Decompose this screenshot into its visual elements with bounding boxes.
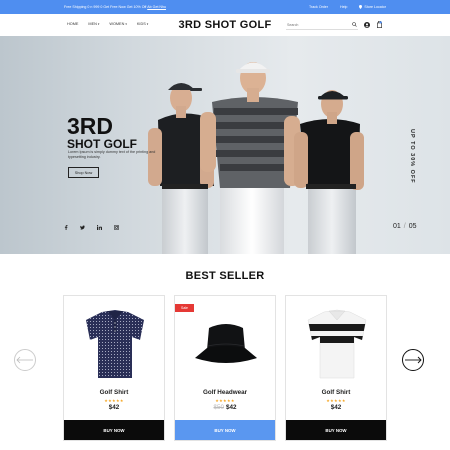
bucket-hat-image [195, 324, 257, 363]
carousel-next-button[interactable] [402, 349, 424, 371]
track-order-link[interactable]: Track Order [309, 5, 328, 9]
rating-stars: ★★★★★ [104, 398, 124, 403]
best-seller-title: BEST SELLER [185, 270, 265, 282]
product-name[interactable]: Golf Shirt [286, 389, 386, 396]
hero-description: Lorem Ipsum is simply dummy text of the … [68, 150, 156, 159]
arrow-left-icon [16, 356, 33, 364]
polo-shirt-striped-image [307, 309, 367, 379]
carousel-prev-button[interactable] [14, 349, 36, 371]
rating-stars: ★★★★★ [326, 398, 346, 403]
arrow-right-icon [405, 356, 422, 364]
hero-banner: 3RD SHOT GOLF Lorem Ipsum is simply dumm… [0, 36, 450, 254]
search-box[interactable] [286, 20, 358, 30]
buy-now-button[interactable]: BUY NOW [175, 420, 275, 440]
product-price: $42 [330, 404, 342, 411]
polo-shirt-navy-image [86, 310, 144, 378]
location-pin-icon [359, 5, 363, 9]
user-icon[interactable] [364, 21, 370, 28]
pager-current: 01 [393, 223, 401, 230]
search-icon[interactable] [352, 22, 357, 27]
facebook-icon[interactable] [64, 225, 68, 230]
product-price: $50 $42 [213, 404, 237, 411]
social-links [64, 225, 119, 230]
golfer-right [294, 90, 364, 254]
buy-now-button[interactable]: BUY NOW [286, 420, 386, 440]
hero-title: 3RD SHOT GOLF [67, 113, 137, 152]
buy-now-button[interactable]: BUY NOW [64, 420, 164, 440]
product-name[interactable]: Golf Shirt [64, 389, 164, 396]
product-card[interactable]: Golf Shirt ★★★★★ $42 BUY NOW [63, 295, 165, 441]
rating-stars: ★★★★★ [215, 398, 235, 403]
promo-side-text: UP TO 30% OFF [409, 129, 415, 184]
instagram-icon[interactable] [114, 225, 119, 230]
linkedin-icon[interactable] [97, 225, 102, 230]
announcement-bar: Free Shipping 0 n 999 0 Get Free Now Get… [0, 0, 450, 14]
promo-link[interactable]: Ab Get Nhu [147, 5, 166, 9]
shop-now-button[interactable]: Shop Now [68, 167, 99, 178]
golfer-center [200, 62, 300, 254]
help-link[interactable]: Help [340, 5, 347, 9]
product-card[interactable]: Sale Golf Headwear ★★★★★ $50 $42 BUY NOW [174, 295, 276, 441]
pager-total: 05 [408, 223, 417, 230]
product-name[interactable]: Golf Headwear [175, 389, 275, 396]
twitter-icon[interactable] [80, 225, 85, 230]
slide-pager: 01/05 [393, 223, 417, 230]
site-logo[interactable]: 3RD SHOT GOLF [0, 19, 450, 31]
search-input[interactable] [287, 22, 347, 27]
product-price: $42 [108, 404, 120, 411]
promo-text: Free Shipping 0 n 999 0 Get Free Now Get… [64, 5, 167, 9]
product-card[interactable]: Golf Shirt ★★★★★ $42 BUY NOW [285, 295, 387, 441]
cart-icon[interactable] [377, 21, 382, 28]
store-locator-link[interactable]: Store Locator [359, 5, 386, 9]
old-price: $50 [213, 404, 224, 411]
pager-separator: / [403, 223, 406, 230]
site-header: HOME MEN ▾ WOMEN ▾ KIDS ▾ 3RD SHOT GOLF [0, 14, 450, 36]
